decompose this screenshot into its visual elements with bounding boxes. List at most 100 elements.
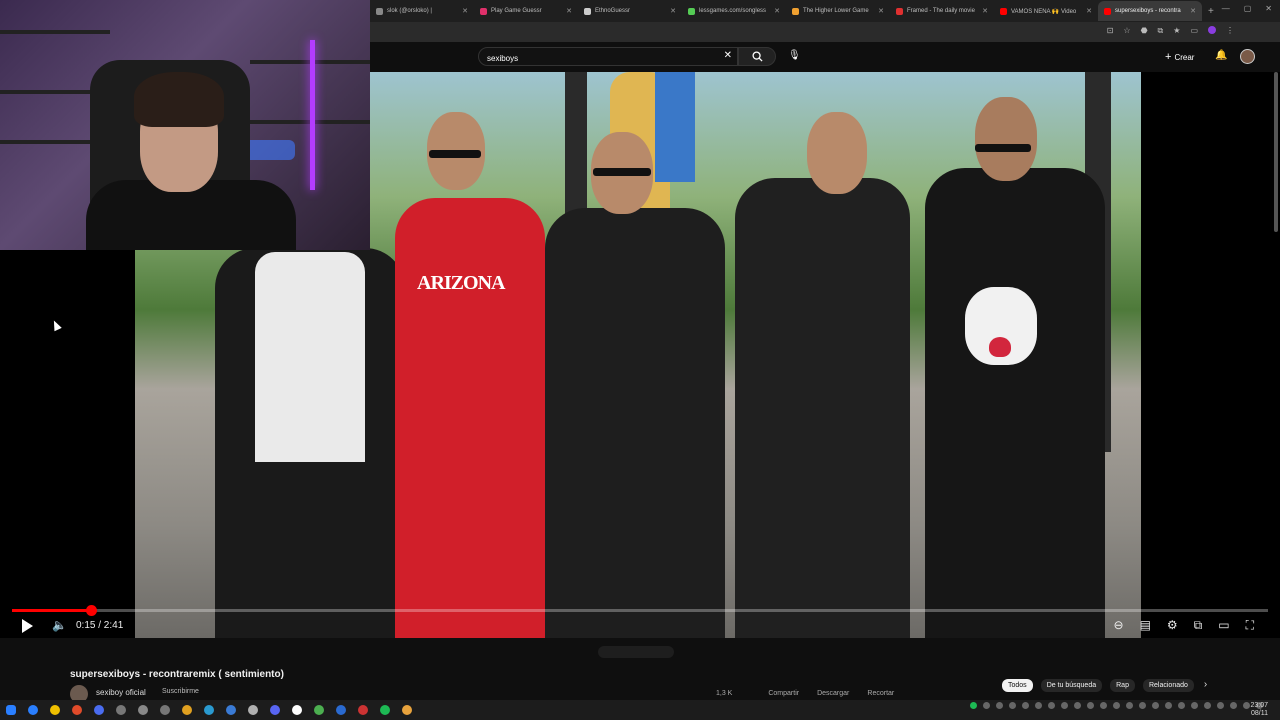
close-tab-icon[interactable]: ✕ xyxy=(566,7,572,15)
tray-icon[interactable] xyxy=(1204,702,1211,709)
taskbar-app-icon[interactable] xyxy=(311,702,327,718)
minimize-icon[interactable]: — xyxy=(1222,4,1230,13)
taskbar-app-icon[interactable] xyxy=(267,702,283,718)
tray-icon[interactable] xyxy=(1061,702,1068,709)
menu-kebab-icon[interactable]: ⋮ xyxy=(1226,26,1234,36)
taskbar-app-icon[interactable] xyxy=(69,702,85,718)
notifications-bell-icon[interactable]: 🔔 xyxy=(1215,50,1227,61)
close-tab-icon[interactable]: ✕ xyxy=(670,7,676,15)
close-tab-icon[interactable]: ✕ xyxy=(878,7,884,15)
collapse-pill[interactable] xyxy=(598,646,674,658)
taskbar-app-icon[interactable] xyxy=(355,702,371,718)
tray-icon[interactable] xyxy=(1048,702,1055,709)
extensions-puzzle-icon[interactable]: ⧉ xyxy=(1158,26,1164,36)
browser-tab[interactable]: lessgames.com/songless ✕ xyxy=(682,1,786,21)
browser-tab-active[interactable]: supersexiboys - recontra ✕ xyxy=(1098,1,1202,21)
tray-icon[interactable] xyxy=(1230,702,1237,709)
page-scrollbar[interactable] xyxy=(1274,72,1278,232)
browser-tab[interactable]: The Higher Lower Game ✕ xyxy=(786,1,890,21)
clear-search-icon[interactable]: ✕ xyxy=(724,50,732,61)
browser-tab[interactable]: Play Game Guessr ✕ xyxy=(474,1,578,21)
subtitles-icon[interactable]: ▤ xyxy=(1140,618,1151,633)
autoplay-toggle-icon[interactable]: ⊖ xyxy=(1114,618,1124,633)
taskbar-app-icon[interactable] xyxy=(179,702,195,718)
extension-icon[interactable]: ⬣ xyxy=(1141,26,1148,36)
theater-mode-icon[interactable]: ▭ xyxy=(1218,618,1229,633)
browser-tab[interactable]: VAMOS NENA 🙌 Video ✕ xyxy=(994,1,1098,21)
tray-icon[interactable] xyxy=(1100,702,1107,709)
close-tab-icon[interactable]: ✕ xyxy=(1190,7,1196,15)
browser-tab[interactable]: EthnoGuessr ✕ xyxy=(578,1,682,21)
start-windows-icon[interactable] xyxy=(3,702,19,718)
taskbar-app-icon[interactable] xyxy=(91,702,107,718)
close-tab-icon[interactable]: ✕ xyxy=(1086,7,1092,15)
account-avatar[interactable] xyxy=(1240,49,1255,64)
taskbar-app-icon[interactable] xyxy=(47,702,63,718)
taskbar-app-icon[interactable] xyxy=(25,702,41,718)
taskbar-app-icon[interactable] xyxy=(113,702,129,718)
taskbar-clock[interactable]: 23:07 08/11 xyxy=(1250,702,1268,718)
taskbar-app-icon[interactable] xyxy=(399,702,415,718)
video-progress-bar[interactable] xyxy=(12,605,1268,616)
share-button[interactable]: Compartir xyxy=(768,690,799,697)
app-glyph-icon xyxy=(50,705,60,715)
microphone-icon[interactable]: 🎙 xyxy=(788,50,801,61)
volume-icon[interactable]: 🔈 xyxy=(52,618,67,632)
tray-icon[interactable] xyxy=(1152,702,1159,709)
close-tab-icon[interactable]: ✕ xyxy=(982,7,988,15)
taskbar-app-icon[interactable] xyxy=(201,702,217,718)
download-button[interactable]: Descargar xyxy=(817,690,849,697)
close-window-icon[interactable]: ✕ xyxy=(1265,4,1272,13)
browser-tab[interactable]: slok (@orsloko) | ✕ xyxy=(370,1,474,21)
taskbar-app-icon[interactable] xyxy=(223,702,239,718)
fullscreen-icon[interactable]: ⛶ xyxy=(1246,618,1254,633)
tray-icon[interactable] xyxy=(1191,702,1198,709)
search-input[interactable] xyxy=(479,50,725,67)
tray-icon[interactable] xyxy=(970,702,977,709)
taskbar-app-icon[interactable] xyxy=(245,702,261,718)
play-icon[interactable] xyxy=(22,619,33,633)
tab-favicon-icon xyxy=(1104,7,1111,15)
tray-icon[interactable] xyxy=(1165,702,1172,709)
tray-icon[interactable] xyxy=(1087,702,1094,709)
tray-icon[interactable] xyxy=(1139,702,1146,709)
tray-icon[interactable] xyxy=(1113,702,1120,709)
taskbar-app-icon[interactable] xyxy=(157,702,173,718)
miniplayer-icon[interactable]: ⧉ xyxy=(1194,618,1203,633)
close-tab-icon[interactable]: ✕ xyxy=(774,7,780,15)
taskbar-app-icon[interactable] xyxy=(135,702,151,718)
search-button[interactable] xyxy=(738,47,776,66)
like-button[interactable]: 1,3 K xyxy=(716,690,732,697)
install-app-icon[interactable]: ⊡ xyxy=(1107,26,1114,36)
tray-icon[interactable] xyxy=(1217,702,1224,709)
sidepanel-icon[interactable]: ▭ xyxy=(1190,26,1198,36)
chip-de-tu-busqueda[interactable]: De tu búsqueda xyxy=(1040,679,1103,692)
tray-icon[interactable] xyxy=(1074,702,1081,709)
tray-icon[interactable] xyxy=(996,702,1003,709)
tray-icon[interactable] xyxy=(1035,702,1042,709)
chip-relacionado[interactable]: Relacionado xyxy=(1142,679,1194,692)
taskbar-app-icon[interactable] xyxy=(377,702,393,718)
tray-icon[interactable] xyxy=(1022,702,1029,709)
tray-icon[interactable] xyxy=(1126,702,1133,709)
taskbar-app-icon[interactable] xyxy=(333,702,349,718)
chip-rap[interactable]: Rap xyxy=(1110,679,1135,692)
settings-gear-icon[interactable]: ⚙ xyxy=(1167,618,1178,633)
channel-name[interactable]: sexiboy oficial xyxy=(96,688,146,697)
maximize-icon[interactable]: ▢ xyxy=(1244,4,1252,13)
profile-icon[interactable] xyxy=(1208,26,1216,34)
browser-tab[interactable]: Framed - The daily movie ✕ xyxy=(890,1,994,21)
create-button[interactable]: + Crear xyxy=(1165,51,1194,63)
tray-icon[interactable] xyxy=(1009,702,1016,709)
bookmark-star-icon[interactable]: ☆ xyxy=(1123,26,1130,36)
bookmarks-icon[interactable]: ★ xyxy=(1173,26,1180,36)
chevron-right-icon[interactable]: › xyxy=(1204,679,1207,692)
clip-button[interactable]: Recortar xyxy=(867,690,894,697)
taskbar-app-icon[interactable] xyxy=(289,702,305,718)
close-tab-icon[interactable]: ✕ xyxy=(462,7,468,15)
tray-icon[interactable] xyxy=(1243,702,1250,709)
tray-icon[interactable] xyxy=(983,702,990,709)
subscribe-button[interactable]: Suscribirme xyxy=(162,688,199,695)
chip-todos[interactable]: Todos xyxy=(1002,679,1033,692)
tray-icon[interactable] xyxy=(1178,702,1185,709)
